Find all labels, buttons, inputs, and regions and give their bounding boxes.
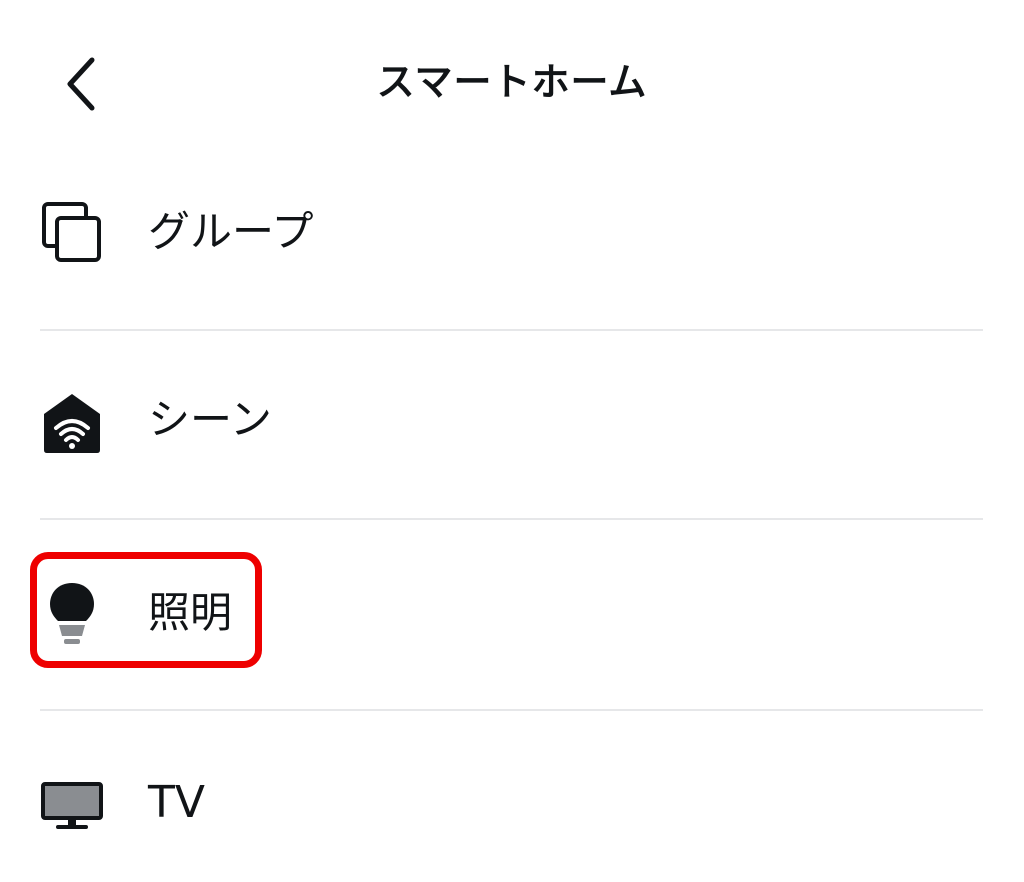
header: スマートホーム [0,0,1024,165]
menu-item-label: グループ [148,207,314,256]
tv-icon [40,772,104,836]
divider [40,518,983,520]
divider [40,329,983,331]
highlight-box [30,552,262,668]
menu-item-group[interactable]: グループ [0,162,1024,302]
page-title: スマートホーム [376,60,648,104]
menu-item-tv[interactable]: TV [0,730,1024,870]
menu-item-label: シーン [148,395,272,444]
divider [40,709,983,711]
menu-item-scene[interactable]: シーン [0,352,1024,492]
menu-item-label: TV [148,777,205,828]
group-icon [40,200,104,264]
scene-home-wifi-icon [40,391,104,455]
